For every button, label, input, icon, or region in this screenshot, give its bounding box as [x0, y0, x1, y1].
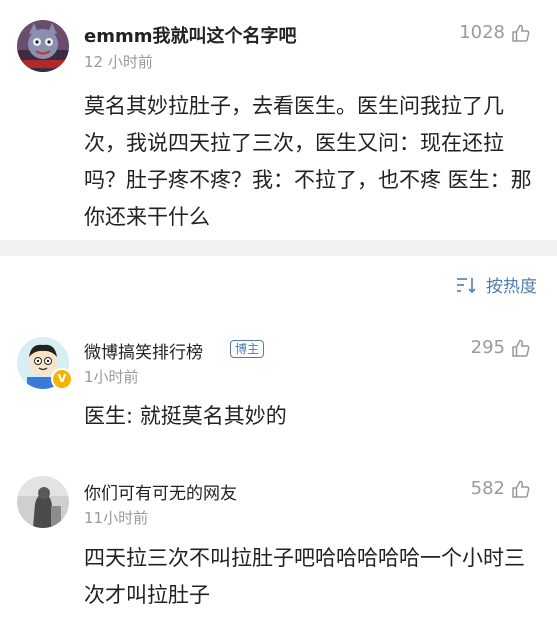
comment-like-count: 582: [470, 478, 505, 499]
comment-like-button[interactable]: 582: [471, 478, 531, 499]
verified-badge-icon: V: [51, 368, 73, 390]
comment-avatar[interactable]: [17, 476, 69, 528]
comment-text: 四天拉三次不叫拉肚子吧哈哈哈哈哈一个小时三次才叫拉肚子: [84, 546, 525, 607]
comment-like-button[interactable]: 295: [471, 337, 531, 358]
comment-time: 1小时前: [84, 368, 139, 386]
thumbs-up-icon: [512, 24, 530, 42]
sort-by-hot-button[interactable]: 按热度: [456, 272, 537, 297]
post-like-button[interactable]: 1028: [459, 22, 531, 43]
post-text: 莫名其妙拉肚子，去看医生。医生问我拉了几次，我说四天拉了三次，医生又问：现在还拉…: [84, 94, 532, 229]
comment-username[interactable]: 微博搞笑排行榜: [84, 338, 203, 363]
main-post: emmm我就叫这个名字吧 12 小时前 1028 莫名其妙拉肚子，去看医生。医生…: [0, 0, 557, 240]
photo-avatar-icon: [17, 476, 69, 528]
cat-avatar-icon: [17, 20, 69, 72]
comment-time: 11小时前: [84, 509, 149, 527]
thumbs-up-icon: [512, 480, 530, 498]
comment-text: 医生: 就挺莫名其妙的: [84, 404, 287, 428]
post-like-count: 1028: [459, 22, 505, 43]
sort-icon: [457, 277, 476, 293]
comment-username[interactable]: 你们可有可无的网友: [84, 479, 237, 504]
author-badge: 博主: [230, 340, 265, 358]
section-divider: [0, 240, 557, 256]
post-avatar[interactable]: [17, 20, 69, 72]
thumbs-up-icon: [512, 339, 530, 357]
post-username[interactable]: emmm我就叫这个名字吧: [84, 22, 296, 48]
post-time: 12 小时前: [84, 53, 153, 71]
comment-like-count: 295: [470, 337, 505, 358]
sort-label: 按热度: [486, 277, 537, 297]
